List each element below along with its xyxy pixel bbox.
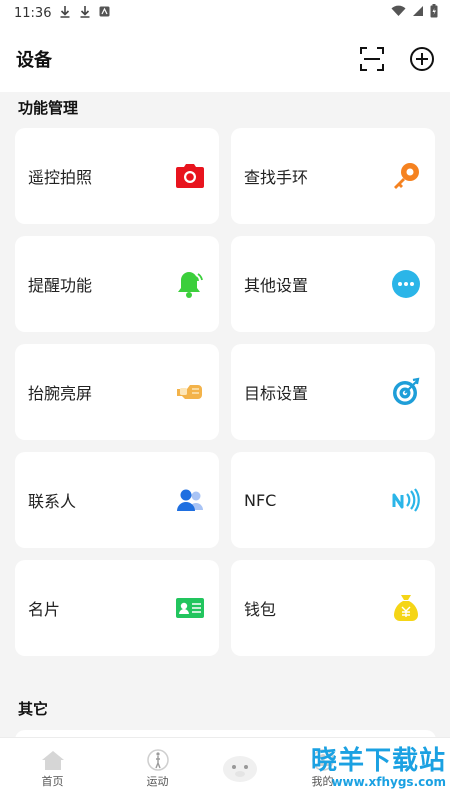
plus-circle-icon xyxy=(410,47,434,71)
card-label: 联系人 xyxy=(28,492,77,511)
remote-photo-card[interactable]: 遥控拍照 xyxy=(15,128,219,224)
tab-home[interactable]: 首页 xyxy=(0,738,105,800)
scan-icon xyxy=(360,47,384,71)
app-bar: 设备 xyxy=(0,26,450,92)
watermark-url: www.xfhygs.com xyxy=(331,775,446,789)
watermark-text: 晓羊下载站 xyxy=(310,746,446,776)
home-icon xyxy=(41,751,64,770)
card-label: 提醒功能 xyxy=(28,276,93,295)
section-title-other: 其它 xyxy=(18,700,49,718)
card-label: 抬腕亮屏 xyxy=(28,384,93,403)
tab-sport[interactable]: 运动 xyxy=(105,738,210,800)
goal-settings-card[interactable]: 目标设置 xyxy=(231,344,435,440)
card-label: 钱包 xyxy=(244,600,277,619)
camera-icon xyxy=(175,161,205,191)
card-label: 查找手环 xyxy=(244,168,309,187)
battery-icon xyxy=(430,4,438,22)
tab-label: 运动 xyxy=(146,775,169,788)
money-bag-icon xyxy=(391,593,421,623)
contacts-card[interactable]: 联系人 xyxy=(15,452,219,548)
card-label: 遥控拍照 xyxy=(28,168,93,187)
wrist-wake-card[interactable]: 抬腕亮屏 xyxy=(15,344,219,440)
app-notification-icon xyxy=(99,6,110,21)
wallet-card[interactable]: 钱包 xyxy=(231,560,435,656)
scan-button[interactable] xyxy=(358,45,386,73)
section-title-functions: 功能管理 xyxy=(18,99,79,117)
reminder-card[interactable]: 提醒功能 xyxy=(15,236,219,332)
wifi-icon xyxy=(391,5,406,21)
download-icon xyxy=(79,5,91,22)
other-settings-card[interactable]: 其他设置 xyxy=(231,236,435,332)
mascot-logo xyxy=(210,738,270,800)
download-icon xyxy=(59,5,71,22)
contacts-icon xyxy=(175,485,205,515)
target-icon xyxy=(391,377,421,407)
watermark: 晓羊下载站 www.xfhygs.com xyxy=(311,747,446,789)
key-icon xyxy=(391,161,421,191)
status-time: 11:36 xyxy=(14,5,52,21)
bell-icon xyxy=(175,269,205,299)
page-title: 设备 xyxy=(16,50,52,71)
card-label: 其他设置 xyxy=(244,276,309,295)
tab-label: 首页 xyxy=(41,775,64,788)
find-band-card[interactable]: 查找手环 xyxy=(231,128,435,224)
status-bar: 11:36 xyxy=(0,0,450,26)
more-icon xyxy=(391,269,421,299)
id-card-icon xyxy=(175,593,205,623)
card-label: 名片 xyxy=(28,600,61,619)
add-device-button[interactable] xyxy=(408,45,436,73)
business-card-card[interactable]: 名片 xyxy=(15,560,219,656)
wrist-icon xyxy=(175,377,205,407)
card-label: 目标设置 xyxy=(244,384,309,403)
nfc-card[interactable]: NFC xyxy=(231,452,435,548)
run-icon xyxy=(146,749,169,771)
card-label: NFC xyxy=(244,490,277,510)
function-grid: 遥控拍照 查找手环 提醒功能 其他设置 抬腕亮屏 目标设置 联系人 NFC 名片… xyxy=(15,128,436,656)
signal-icon xyxy=(412,5,424,21)
nfc-icon xyxy=(391,485,421,515)
